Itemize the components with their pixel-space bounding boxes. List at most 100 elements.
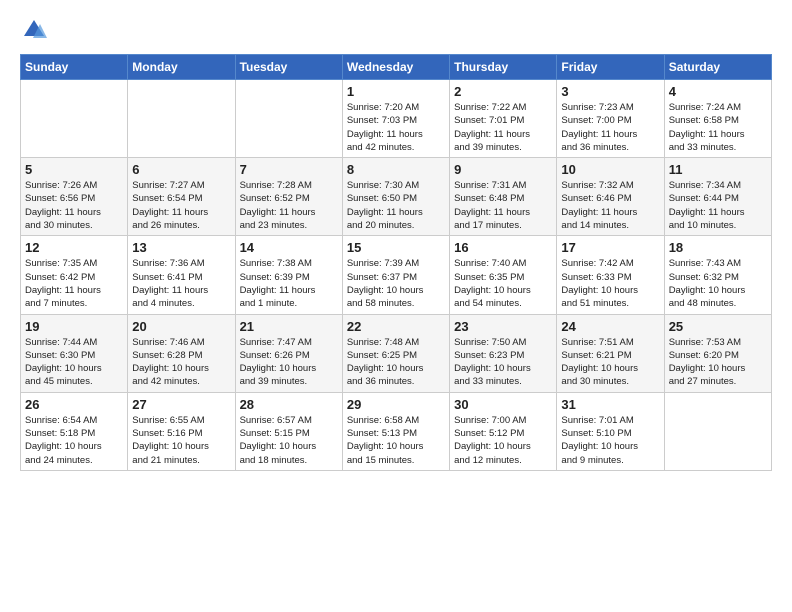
day-number: 26 bbox=[25, 397, 123, 412]
day-info: Sunrise: 7:51 AM Sunset: 6:21 PM Dayligh… bbox=[561, 336, 659, 389]
calendar-cell: 13 Sunrise: 7:36 AM Sunset: 6:41 PM Dayli… bbox=[128, 236, 235, 314]
day-info: Sunrise: 7:42 AM Sunset: 6:33 PM Dayligh… bbox=[561, 257, 659, 310]
calendar-cell: 24 Sunrise: 7:51 AM Sunset: 6:21 PM Dayli… bbox=[557, 314, 664, 392]
logo bbox=[20, 16, 52, 44]
calendar-cell: 26Sunrise: 6:54 AM Sunset: 5:18 PM Dayli… bbox=[21, 392, 128, 470]
day-number: 22 bbox=[347, 319, 445, 334]
day-number: 30 bbox=[454, 397, 552, 412]
day-number: 6 bbox=[132, 162, 230, 177]
calendar-body: 1 Sunrise: 7:20 AM Sunset: 7:03 PM Daylig… bbox=[21, 80, 772, 471]
calendar-cell: 4 Sunrise: 7:24 AM Sunset: 6:58 PM Daylig… bbox=[664, 80, 771, 158]
day-info: Sunrise: 7:27 AM Sunset: 6:54 PM Dayligh… bbox=[132, 179, 230, 232]
day-number: 4 bbox=[669, 84, 767, 99]
calendar-cell: 29 Sunrise: 6:58 AM Sunset: 5:13 PM Dayli… bbox=[342, 392, 449, 470]
day-info: Sunrise: 7:39 AM Sunset: 6:37 PM Dayligh… bbox=[347, 257, 445, 310]
day-info: Sunrise: 7:26 AM Sunset: 6:56 PM Dayligh… bbox=[25, 179, 123, 232]
col-header-friday: Friday bbox=[557, 55, 664, 80]
calendar-cell: 15 Sunrise: 7:39 AM Sunset: 6:37 PM Dayli… bbox=[342, 236, 449, 314]
day-info: Sunrise: 7:34 AM Sunset: 6:44 PM Dayligh… bbox=[669, 179, 767, 232]
week-row-2: 12 Sunrise: 7:35 AM Sunset: 6:42 PM Dayli… bbox=[21, 236, 772, 314]
day-info: Sunrise: 7:01 AM Sunset: 5:10 PM Dayligh… bbox=[561, 414, 659, 467]
col-header-sunday: Sunday bbox=[21, 55, 128, 80]
day-info: Sunrise: 7:22 AM Sunset: 7:01 PM Dayligh… bbox=[454, 101, 552, 154]
header bbox=[20, 16, 772, 44]
day-info: Sunrise: 7:47 AM Sunset: 6:26 PM Dayligh… bbox=[240, 336, 338, 389]
day-info: Sunrise: 6:57 AM Sunset: 5:15 PM Dayligh… bbox=[240, 414, 338, 467]
day-info: Sunrise: 7:24 AM Sunset: 6:58 PM Dayligh… bbox=[669, 101, 767, 154]
day-info: Sunrise: 7:44 AM Sunset: 6:30 PM Dayligh… bbox=[25, 336, 123, 389]
day-number: 28 bbox=[240, 397, 338, 412]
day-number: 31 bbox=[561, 397, 659, 412]
day-number: 5 bbox=[25, 162, 123, 177]
day-number: 13 bbox=[132, 240, 230, 255]
day-info: Sunrise: 6:55 AM Sunset: 5:16 PM Dayligh… bbox=[132, 414, 230, 467]
day-info: Sunrise: 7:50 AM Sunset: 6:23 PM Dayligh… bbox=[454, 336, 552, 389]
day-number: 29 bbox=[347, 397, 445, 412]
calendar-header: SundayMondayTuesdayWednesdayThursdayFrid… bbox=[21, 55, 772, 80]
calendar-cell: 11 Sunrise: 7:34 AM Sunset: 6:44 PM Dayli… bbox=[664, 158, 771, 236]
day-info: Sunrise: 7:38 AM Sunset: 6:39 PM Dayligh… bbox=[240, 257, 338, 310]
day-info: Sunrise: 7:35 AM Sunset: 6:42 PM Dayligh… bbox=[25, 257, 123, 310]
day-info: Sunrise: 7:32 AM Sunset: 6:46 PM Dayligh… bbox=[561, 179, 659, 232]
day-info: Sunrise: 7:28 AM Sunset: 6:52 PM Dayligh… bbox=[240, 179, 338, 232]
calendar-cell: 20Sunrise: 7:46 AM Sunset: 6:28 PM Dayli… bbox=[128, 314, 235, 392]
logo-icon bbox=[20, 16, 48, 44]
day-number: 10 bbox=[561, 162, 659, 177]
col-header-saturday: Saturday bbox=[664, 55, 771, 80]
day-info: Sunrise: 7:43 AM Sunset: 6:32 PM Dayligh… bbox=[669, 257, 767, 310]
calendar-cell: 10 Sunrise: 7:32 AM Sunset: 6:46 PM Dayli… bbox=[557, 158, 664, 236]
day-number: 11 bbox=[669, 162, 767, 177]
calendar-cell: 14 Sunrise: 7:38 AM Sunset: 6:39 PM Dayli… bbox=[235, 236, 342, 314]
calendar-cell: 19 Sunrise: 7:44 AM Sunset: 6:30 PM Dayli… bbox=[21, 314, 128, 392]
day-number: 16 bbox=[454, 240, 552, 255]
day-number: 14 bbox=[240, 240, 338, 255]
calendar-cell: 22Sunrise: 7:48 AM Sunset: 6:25 PM Dayli… bbox=[342, 314, 449, 392]
day-number: 23 bbox=[454, 319, 552, 334]
day-number: 1 bbox=[347, 84, 445, 99]
calendar-cell: 23 Sunrise: 7:50 AM Sunset: 6:23 PM Dayli… bbox=[450, 314, 557, 392]
calendar-cell bbox=[664, 392, 771, 470]
calendar-cell: 7Sunrise: 7:28 AM Sunset: 6:52 PM Daylig… bbox=[235, 158, 342, 236]
header-row: SundayMondayTuesdayWednesdayThursdayFrid… bbox=[21, 55, 772, 80]
calendar-cell: 25Sunrise: 7:53 AM Sunset: 6:20 PM Dayli… bbox=[664, 314, 771, 392]
calendar-cell: 28 Sunrise: 6:57 AM Sunset: 5:15 PM Dayli… bbox=[235, 392, 342, 470]
day-info: Sunrise: 7:53 AM Sunset: 6:20 PM Dayligh… bbox=[669, 336, 767, 389]
day-number: 15 bbox=[347, 240, 445, 255]
day-number: 17 bbox=[561, 240, 659, 255]
week-row-1: 5 Sunrise: 7:26 AM Sunset: 6:56 PM Daylig… bbox=[21, 158, 772, 236]
week-row-0: 1 Sunrise: 7:20 AM Sunset: 7:03 PM Daylig… bbox=[21, 80, 772, 158]
calendar-cell: 9 Sunrise: 7:31 AM Sunset: 6:48 PM Daylig… bbox=[450, 158, 557, 236]
calendar-cell: 17 Sunrise: 7:42 AM Sunset: 6:33 PM Dayli… bbox=[557, 236, 664, 314]
calendar-cell bbox=[21, 80, 128, 158]
day-info: Sunrise: 7:36 AM Sunset: 6:41 PM Dayligh… bbox=[132, 257, 230, 310]
day-number: 8 bbox=[347, 162, 445, 177]
calendar-cell bbox=[128, 80, 235, 158]
calendar-cell: 30 Sunrise: 7:00 AM Sunset: 5:12 PM Dayli… bbox=[450, 392, 557, 470]
day-info: Sunrise: 6:58 AM Sunset: 5:13 PM Dayligh… bbox=[347, 414, 445, 467]
calendar-cell: 1 Sunrise: 7:20 AM Sunset: 7:03 PM Daylig… bbox=[342, 80, 449, 158]
week-row-4: 26Sunrise: 6:54 AM Sunset: 5:18 PM Dayli… bbox=[21, 392, 772, 470]
day-number: 24 bbox=[561, 319, 659, 334]
calendar-cell bbox=[235, 80, 342, 158]
day-number: 21 bbox=[240, 319, 338, 334]
calendar-cell: 2 Sunrise: 7:22 AM Sunset: 7:01 PM Daylig… bbox=[450, 80, 557, 158]
day-number: 9 bbox=[454, 162, 552, 177]
day-info: Sunrise: 7:46 AM Sunset: 6:28 PM Dayligh… bbox=[132, 336, 230, 389]
day-number: 18 bbox=[669, 240, 767, 255]
day-number: 2 bbox=[454, 84, 552, 99]
day-info: Sunrise: 7:40 AM Sunset: 6:35 PM Dayligh… bbox=[454, 257, 552, 310]
col-header-monday: Monday bbox=[128, 55, 235, 80]
day-info: Sunrise: 7:20 AM Sunset: 7:03 PM Dayligh… bbox=[347, 101, 445, 154]
calendar-cell: 18 Sunrise: 7:43 AM Sunset: 6:32 PM Dayli… bbox=[664, 236, 771, 314]
day-info: Sunrise: 7:23 AM Sunset: 7:00 PM Dayligh… bbox=[561, 101, 659, 154]
day-number: 19 bbox=[25, 319, 123, 334]
week-row-3: 19 Sunrise: 7:44 AM Sunset: 6:30 PM Dayli… bbox=[21, 314, 772, 392]
calendar-cell: 6 Sunrise: 7:27 AM Sunset: 6:54 PM Daylig… bbox=[128, 158, 235, 236]
day-info: Sunrise: 7:00 AM Sunset: 5:12 PM Dayligh… bbox=[454, 414, 552, 467]
day-info: Sunrise: 7:31 AM Sunset: 6:48 PM Dayligh… bbox=[454, 179, 552, 232]
day-number: 12 bbox=[25, 240, 123, 255]
calendar-cell: 12 Sunrise: 7:35 AM Sunset: 6:42 PM Dayli… bbox=[21, 236, 128, 314]
col-header-thursday: Thursday bbox=[450, 55, 557, 80]
calendar-cell: 16 Sunrise: 7:40 AM Sunset: 6:35 PM Dayli… bbox=[450, 236, 557, 314]
day-number: 27 bbox=[132, 397, 230, 412]
